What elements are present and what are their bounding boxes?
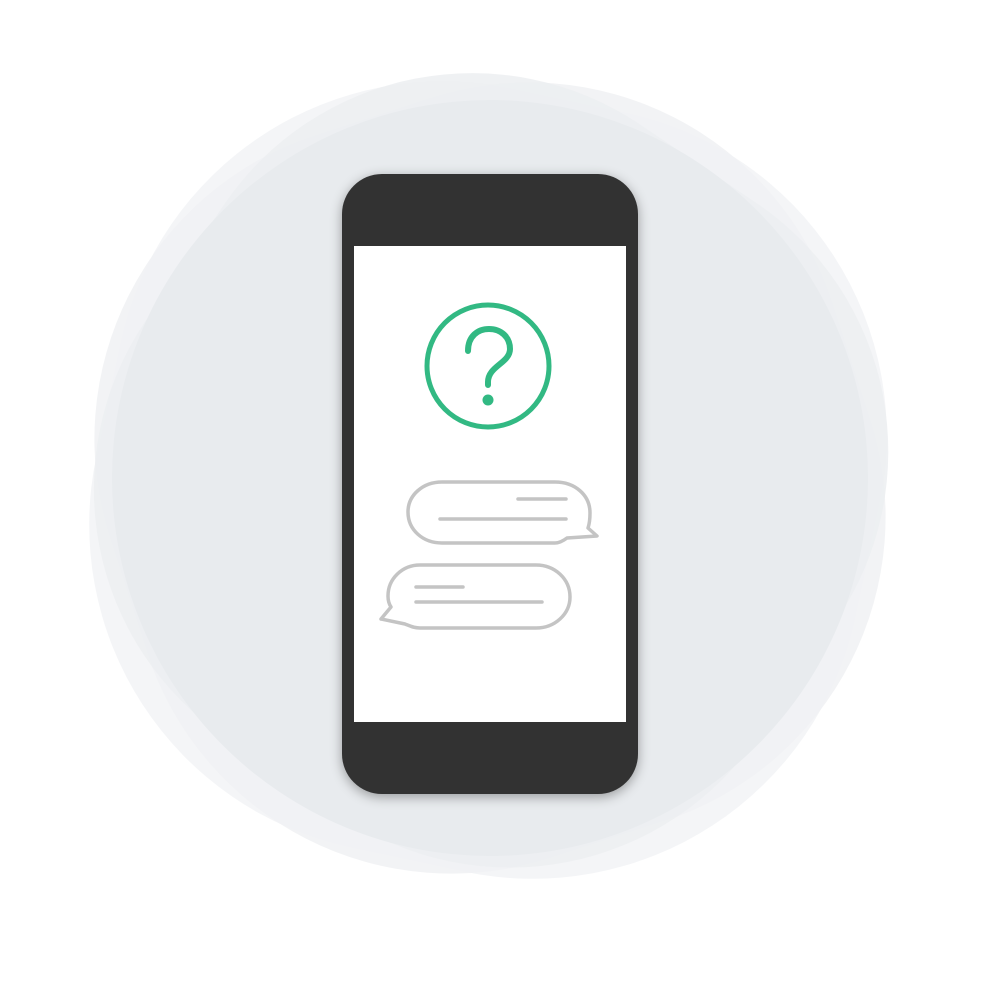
illustration-stage [0, 0, 998, 984]
chat-bubble-icon [406, 480, 599, 545]
phone-help-illustration [89, 73, 889, 879]
chat-bubble-icon [379, 563, 572, 630]
